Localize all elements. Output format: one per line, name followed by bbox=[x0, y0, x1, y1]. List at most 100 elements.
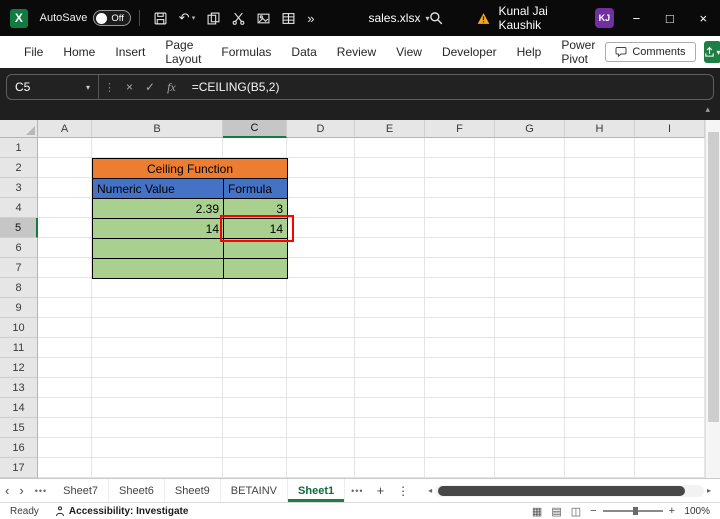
grid-cell-D16[interactable] bbox=[287, 438, 355, 458]
sheet-tab-sheet9[interactable]: Sheet9 bbox=[165, 479, 221, 502]
grid-cell-F16[interactable] bbox=[425, 438, 495, 458]
row-header-3[interactable]: 3 bbox=[0, 178, 38, 198]
grid-cell-F9[interactable] bbox=[425, 298, 495, 318]
grid-cell-H15[interactable] bbox=[565, 418, 635, 438]
grid-cell-H14[interactable] bbox=[565, 398, 635, 418]
row-header-9[interactable]: 9 bbox=[0, 298, 38, 318]
autosave-control[interactable]: AutoSave Off bbox=[40, 10, 131, 26]
grid-cell-A12[interactable] bbox=[38, 358, 92, 378]
grid-cell-I10[interactable] bbox=[635, 318, 705, 338]
row-header-4[interactable]: 4 bbox=[0, 198, 38, 218]
grid-cell-E9[interactable] bbox=[355, 298, 425, 318]
ribbon-tab-home[interactable]: Home bbox=[53, 36, 105, 68]
grid-cell-F12[interactable] bbox=[425, 358, 495, 378]
grid-cell-I12[interactable] bbox=[635, 358, 705, 378]
grid-cell-G15[interactable] bbox=[495, 418, 565, 438]
grid-cell-E3[interactable] bbox=[355, 178, 425, 198]
grid-cell-G3[interactable] bbox=[495, 178, 565, 198]
row-header-14[interactable]: 14 bbox=[0, 398, 38, 418]
grid-cell-D6[interactable] bbox=[287, 238, 355, 258]
grid-cell-A2[interactable] bbox=[38, 158, 92, 178]
grid-cell-I4[interactable] bbox=[635, 198, 705, 218]
grid-cell-F5[interactable] bbox=[425, 218, 495, 238]
grid-cell-F4[interactable] bbox=[425, 198, 495, 218]
column-header-A[interactable]: A bbox=[38, 120, 92, 138]
zoom-level[interactable]: 100% bbox=[684, 506, 710, 517]
sheet-tab-active[interactable]: Sheet1 bbox=[288, 479, 346, 502]
user-avatar[interactable]: KJ bbox=[595, 8, 614, 28]
column-header-D[interactable]: D bbox=[287, 120, 355, 138]
column-header-I[interactable]: I bbox=[635, 120, 705, 138]
grid-cell-E5[interactable] bbox=[355, 218, 425, 238]
accessibility-status[interactable]: Accessibility: Investigate bbox=[55, 506, 188, 517]
grid-cell-G10[interactable] bbox=[495, 318, 565, 338]
grid-cell-C16[interactable] bbox=[223, 438, 287, 458]
horizontal-scrollbar-track[interactable] bbox=[435, 484, 704, 497]
grid-cell-B16[interactable] bbox=[92, 438, 223, 458]
row-header-17[interactable]: 17 bbox=[0, 458, 38, 478]
grid-cell-E4[interactable] bbox=[355, 198, 425, 218]
page-layout-view-button[interactable]: ▤ bbox=[551, 505, 561, 518]
filename-dropdown[interactable]: sales.xlsx ▾ bbox=[368, 11, 429, 25]
sheet-tab-betainv[interactable]: BETAINV bbox=[221, 479, 289, 502]
ribbon-tab-view[interactable]: View bbox=[386, 36, 432, 68]
autosave-toggle[interactable]: Off bbox=[93, 10, 131, 26]
vertical-scrollbar[interactable] bbox=[705, 120, 720, 478]
grid-cell-F7[interactable] bbox=[425, 258, 495, 278]
grid-cell-F14[interactable] bbox=[425, 398, 495, 418]
grid-cell-D11[interactable] bbox=[287, 338, 355, 358]
grid-cell-D9[interactable] bbox=[287, 298, 355, 318]
grid-cell-B15[interactable] bbox=[92, 418, 223, 438]
excel-logo-icon[interactable]: X bbox=[10, 8, 28, 28]
grid-cell-H4[interactable] bbox=[565, 198, 635, 218]
cell-B3[interactable]: Numeric Value bbox=[92, 178, 224, 199]
grid-cell-F8[interactable] bbox=[425, 278, 495, 298]
grid-cell-G1[interactable] bbox=[495, 138, 565, 158]
grid-cell-A10[interactable] bbox=[38, 318, 92, 338]
ribbon-tab-help[interactable]: Help bbox=[507, 36, 552, 68]
grid-cell-H16[interactable] bbox=[565, 438, 635, 458]
grid-cell-B14[interactable] bbox=[92, 398, 223, 418]
cancel-icon[interactable]: × bbox=[126, 80, 133, 94]
row-header-15[interactable]: 15 bbox=[0, 418, 38, 438]
grid-cell-H11[interactable] bbox=[565, 338, 635, 358]
grid-cell-F2[interactable] bbox=[425, 158, 495, 178]
row-header-13[interactable]: 13 bbox=[0, 378, 38, 398]
grid-cell-G7[interactable] bbox=[495, 258, 565, 278]
grid-cell-H5[interactable] bbox=[565, 218, 635, 238]
page-break-view-button[interactable]: ◫ bbox=[571, 505, 581, 518]
grid-cell-E2[interactable] bbox=[355, 158, 425, 178]
row-header-7[interactable]: 7 bbox=[0, 258, 38, 278]
grid-cell-A5[interactable] bbox=[38, 218, 92, 238]
grid-cell-D7[interactable] bbox=[287, 258, 355, 278]
grid-cell-H7[interactable] bbox=[565, 258, 635, 278]
comments-button[interactable]: Comments bbox=[605, 42, 696, 62]
table-icon[interactable] bbox=[282, 12, 295, 25]
grid-cell-D4[interactable] bbox=[287, 198, 355, 218]
enter-icon[interactable]: ✓ bbox=[145, 80, 155, 94]
grid-cell-C9[interactable] bbox=[223, 298, 287, 318]
grid-cell-E16[interactable] bbox=[355, 438, 425, 458]
grid-cell-G17[interactable] bbox=[495, 458, 565, 478]
grid-cell-H17[interactable] bbox=[565, 458, 635, 478]
grid-cell-D17[interactable] bbox=[287, 458, 355, 478]
grid-cell-G8[interactable] bbox=[495, 278, 565, 298]
scroll-right-icon[interactable]: ▸ bbox=[704, 486, 714, 495]
grid-cell-A11[interactable] bbox=[38, 338, 92, 358]
grid-cell-G6[interactable] bbox=[495, 238, 565, 258]
share-button[interactable]: ▾ bbox=[703, 41, 720, 63]
name-box-caret-icon[interactable]: ▾ bbox=[86, 83, 90, 92]
search-icon[interactable] bbox=[429, 11, 443, 25]
formula-bar-grip-icon[interactable]: ⋮ bbox=[104, 81, 115, 94]
grid-cell-C1[interactable] bbox=[223, 138, 287, 158]
close-button[interactable]: × bbox=[687, 0, 720, 36]
grid-cell-C14[interactable] bbox=[223, 398, 287, 418]
grid-cell-B11[interactable] bbox=[92, 338, 223, 358]
grid-cell-C12[interactable] bbox=[223, 358, 287, 378]
grid-cell-B1[interactable] bbox=[92, 138, 223, 158]
sheet-options-icon[interactable]: ⋮ bbox=[391, 484, 415, 498]
grid-cell-A9[interactable] bbox=[38, 298, 92, 318]
row-header-16[interactable]: 16 bbox=[0, 438, 38, 458]
grid-cell-G11[interactable] bbox=[495, 338, 565, 358]
formula-input[interactable]: =CEILING(B5,2) bbox=[192, 80, 280, 94]
